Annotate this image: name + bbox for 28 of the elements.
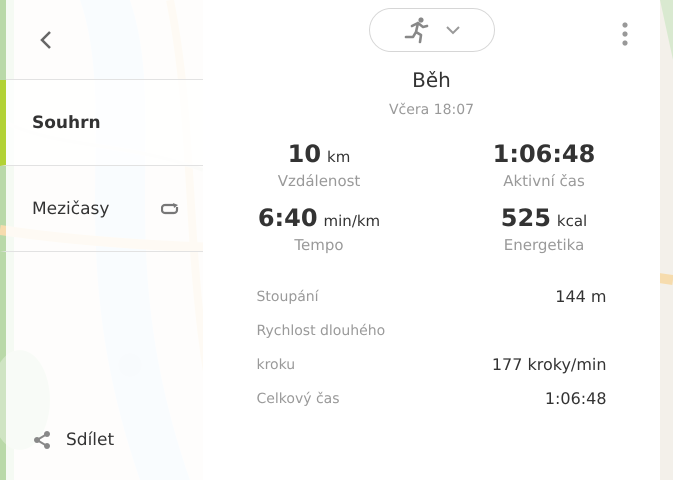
chevron-left-icon [40,30,52,50]
detail-value: 177 kroky/min [492,354,606,376]
detail-value: 144 m [555,286,606,308]
caret-icon [444,25,460,35]
detail-label: Stoupání [256,288,319,307]
stat-label: Vzdálenost [278,172,360,190]
laps-icon [161,202,179,214]
stat-label: Aktivní čas [503,172,585,190]
detail-label: Celkový čas [256,390,340,409]
detail-value: 1:06:48 [544,388,606,410]
more-icon[interactable] [622,22,628,46]
stat-value: 525 [500,204,551,232]
runner-icon [402,16,430,44]
activity-type-dropdown[interactable] [368,8,494,52]
stat-label: Energetika [504,236,584,254]
stat-unit: km [327,148,350,166]
activity-title: Běh [412,68,451,92]
stat-value: 6:40 [258,204,318,232]
stat-value: 1:06:48 [492,140,596,168]
sidebar-item[interactable]: Souhrn [0,80,203,166]
activity-date: Včera 18:07 [388,102,474,118]
stat-value: 10 [288,140,322,168]
stat-unit: min/km [324,212,380,230]
detail-label: Rychlost dlouhého kroku [256,322,386,375]
share-icon [32,430,52,450]
share-button[interactable]: Sdílet [6,430,203,450]
stat-unit: kcal [556,212,588,230]
stat-label: Tempo [294,236,344,254]
